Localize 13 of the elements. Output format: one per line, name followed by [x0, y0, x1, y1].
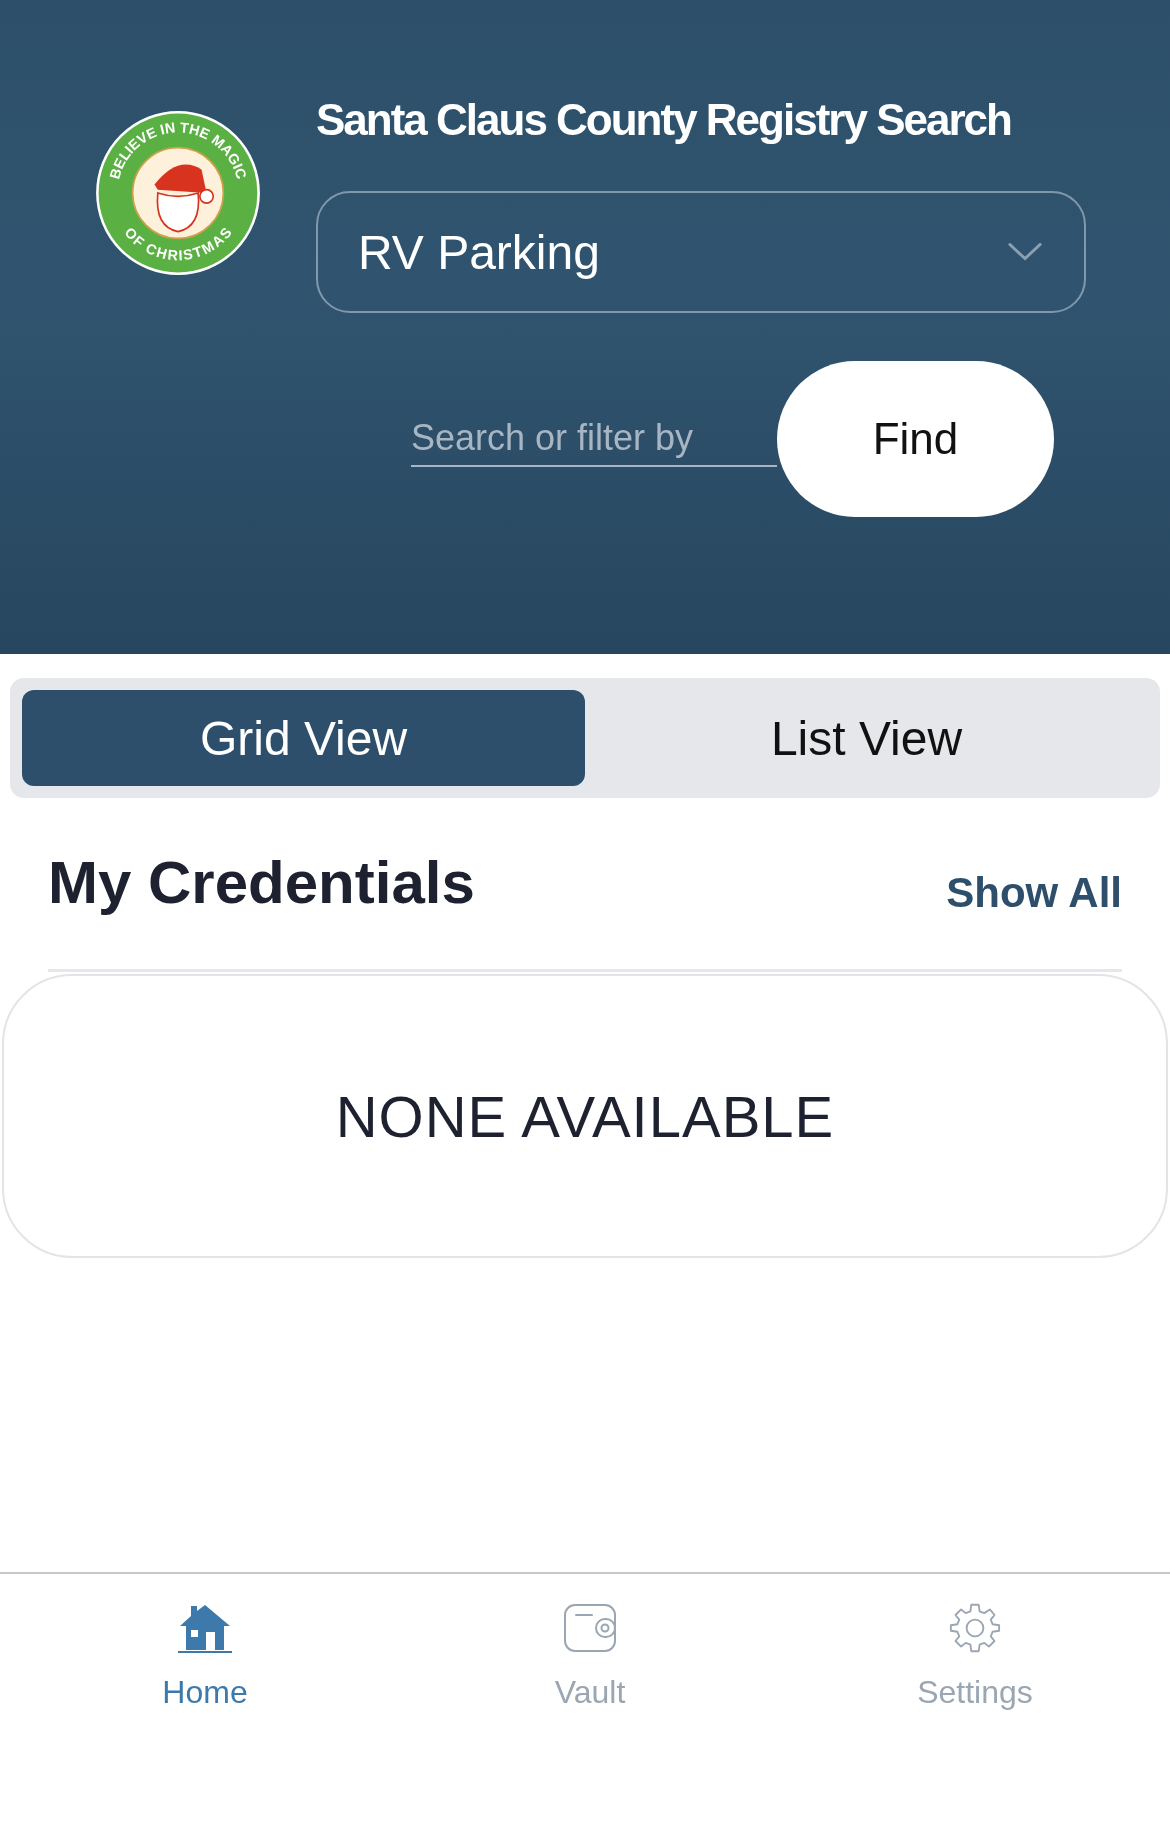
category-dropdown[interactable]: RV Parking — [316, 191, 1086, 313]
section-title: My Credentials — [48, 848, 475, 917]
view-tab[interactable]: List View — [585, 690, 1148, 786]
show-all-link[interactable]: Show All — [946, 869, 1122, 917]
search-field[interactable]: Search or filter by — [411, 411, 777, 467]
home-icon — [177, 1602, 233, 1654]
settings-icon — [947, 1602, 1003, 1654]
nav-item[interactable]: Home — [120, 1602, 290, 1821]
wallet-icon — [562, 1602, 618, 1654]
app-title: Santa Claus County Registry Search — [316, 95, 1012, 145]
view-tab[interactable]: Grid View — [22, 690, 585, 786]
empty-message: NONE AVAILABLE — [335, 1082, 835, 1150]
find-button[interactable]: Find — [777, 361, 1054, 517]
